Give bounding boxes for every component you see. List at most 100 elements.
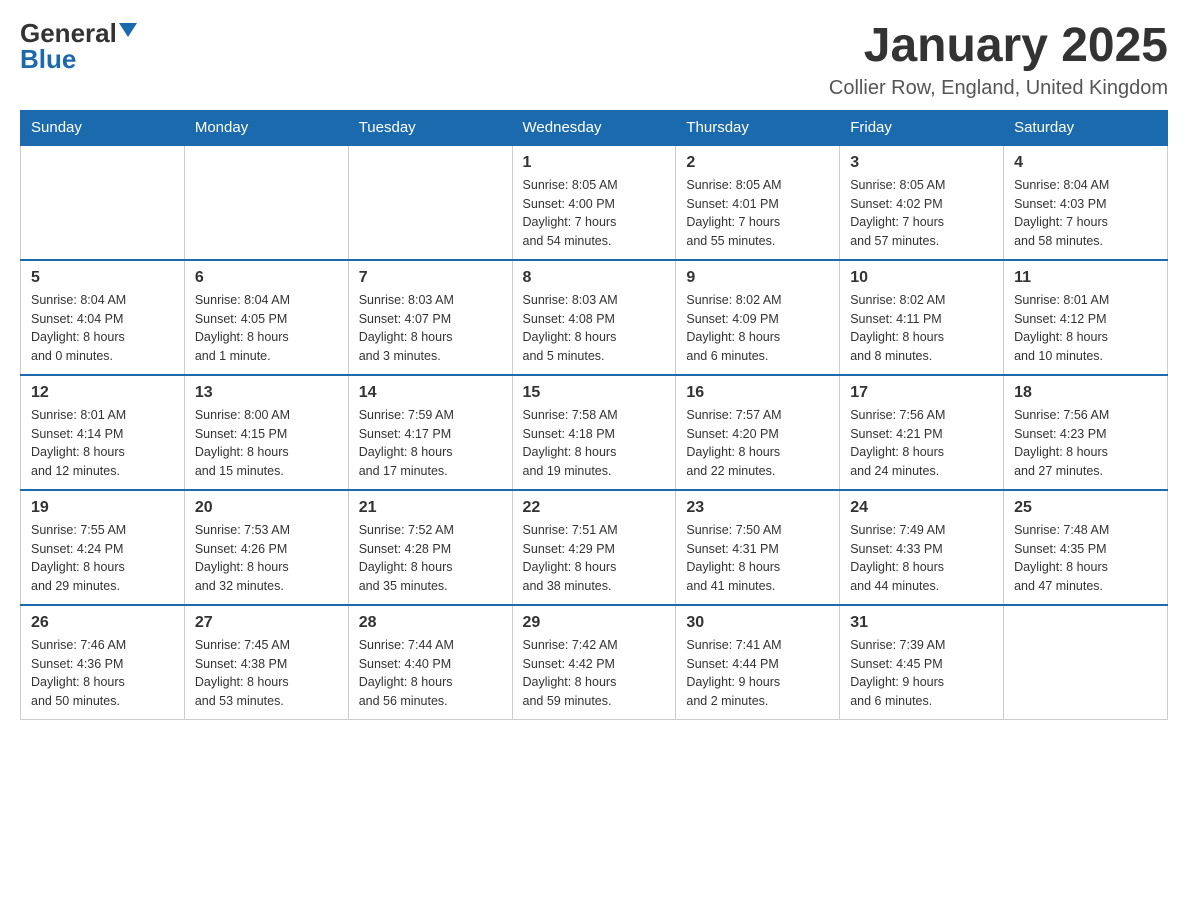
- day-info: Sunrise: 7:48 AMSunset: 4:35 PMDaylight:…: [1014, 521, 1157, 596]
- day-number: 12: [31, 384, 174, 402]
- day-info: Sunrise: 8:04 AMSunset: 4:03 PMDaylight:…: [1014, 176, 1157, 251]
- day-number: 28: [359, 614, 502, 632]
- day-number: 17: [850, 384, 993, 402]
- calendar-header-thursday: Thursday: [676, 110, 840, 145]
- day-info: Sunrise: 8:01 AMSunset: 4:12 PMDaylight:…: [1014, 291, 1157, 366]
- day-number: 18: [1014, 384, 1157, 402]
- calendar-cell: 3 Sunrise: 8:05 AMSunset: 4:02 PMDaylight…: [840, 145, 1004, 260]
- day-number: 20: [195, 499, 338, 517]
- day-info: Sunrise: 7:57 AMSunset: 4:20 PMDaylight:…: [686, 406, 829, 481]
- day-number: 8: [523, 269, 666, 287]
- calendar-header-saturday: Saturday: [1004, 110, 1168, 145]
- day-number: 11: [1014, 269, 1157, 287]
- day-info: Sunrise: 8:02 AMSunset: 4:11 PMDaylight:…: [850, 291, 993, 366]
- calendar-table: SundayMondayTuesdayWednesdayThursdayFrid…: [20, 110, 1168, 720]
- week-row-1: 5 Sunrise: 8:04 AMSunset: 4:04 PMDaylight…: [21, 260, 1168, 375]
- day-info: Sunrise: 8:05 AMSunset: 4:02 PMDaylight:…: [850, 176, 993, 251]
- day-number: 27: [195, 614, 338, 632]
- day-number: 19: [31, 499, 174, 517]
- calendar-header-sunday: Sunday: [21, 110, 185, 145]
- calendar-cell: 14 Sunrise: 7:59 AMSunset: 4:17 PMDayligh…: [348, 375, 512, 490]
- calendar-cell: 29 Sunrise: 7:42 AMSunset: 4:42 PMDayligh…: [512, 605, 676, 720]
- day-number: 24: [850, 499, 993, 517]
- day-number: 7: [359, 269, 502, 287]
- day-number: 26: [31, 614, 174, 632]
- calendar-cell: 10 Sunrise: 8:02 AMSunset: 4:11 PMDayligh…: [840, 260, 1004, 375]
- calendar-cell: [184, 145, 348, 260]
- calendar-header-row: SundayMondayTuesdayWednesdayThursdayFrid…: [21, 110, 1168, 145]
- calendar-cell: 2Sunrise: 8:05 AMSunset: 4:01 PMDaylight…: [676, 145, 840, 260]
- day-info: Sunrise: 8:05 AMSunset: 4:00 PMDaylight:…: [523, 176, 666, 251]
- day-info: Sunrise: 8:04 AMSunset: 4:04 PMDaylight:…: [31, 291, 174, 366]
- location-title: Collier Row, England, United Kingdom: [829, 77, 1168, 100]
- calendar-cell: 9Sunrise: 8:02 AMSunset: 4:09 PMDaylight…: [676, 260, 840, 375]
- day-number: 10: [850, 269, 993, 287]
- day-info: Sunrise: 7:53 AMSunset: 4:26 PMDaylight:…: [195, 521, 338, 596]
- day-number: 15: [523, 384, 666, 402]
- calendar-cell: 21 Sunrise: 7:52 AMSunset: 4:28 PMDayligh…: [348, 490, 512, 605]
- calendar-cell: 1 Sunrise: 8:05 AMSunset: 4:00 PMDaylight…: [512, 145, 676, 260]
- calendar-cell: 6Sunrise: 8:04 AMSunset: 4:05 PMDaylight…: [184, 260, 348, 375]
- calendar-cell: 19 Sunrise: 7:55 AMSunset: 4:24 PMDayligh…: [21, 490, 185, 605]
- week-row-0: 1 Sunrise: 8:05 AMSunset: 4:00 PMDaylight…: [21, 145, 1168, 260]
- calendar-cell: 31Sunrise: 7:39 AMSunset: 4:45 PMDayligh…: [840, 605, 1004, 720]
- day-info: Sunrise: 7:56 AMSunset: 4:21 PMDaylight:…: [850, 406, 993, 481]
- day-info: Sunrise: 8:05 AMSunset: 4:01 PMDaylight:…: [686, 176, 829, 251]
- calendar-cell: 25 Sunrise: 7:48 AMSunset: 4:35 PMDayligh…: [1004, 490, 1168, 605]
- day-info: Sunrise: 7:56 AMSunset: 4:23 PMDaylight:…: [1014, 406, 1157, 481]
- day-number: 1: [523, 154, 666, 172]
- calendar-cell: [1004, 605, 1168, 720]
- day-number: 16: [686, 384, 829, 402]
- day-number: 13: [195, 384, 338, 402]
- calendar-cell: 15 Sunrise: 7:58 AMSunset: 4:18 PMDayligh…: [512, 375, 676, 490]
- calendar-cell: 24 Sunrise: 7:49 AMSunset: 4:33 PMDayligh…: [840, 490, 1004, 605]
- calendar-cell: 16 Sunrise: 7:57 AMSunset: 4:20 PMDayligh…: [676, 375, 840, 490]
- calendar-cell: 26 Sunrise: 7:46 AMSunset: 4:36 PMDayligh…: [21, 605, 185, 720]
- day-number: 9: [686, 269, 829, 287]
- day-info: Sunrise: 7:55 AMSunset: 4:24 PMDaylight:…: [31, 521, 174, 596]
- calendar-cell: 17 Sunrise: 7:56 AMSunset: 4:21 PMDayligh…: [840, 375, 1004, 490]
- calendar-cell: 5 Sunrise: 8:04 AMSunset: 4:04 PMDaylight…: [21, 260, 185, 375]
- day-number: 3: [850, 154, 993, 172]
- day-number: 30: [686, 614, 829, 632]
- day-number: 25: [1014, 499, 1157, 517]
- day-info: Sunrise: 7:59 AMSunset: 4:17 PMDaylight:…: [359, 406, 502, 481]
- logo-blue-text: Blue: [20, 46, 76, 72]
- day-info: Sunrise: 7:41 AMSunset: 4:44 PMDaylight:…: [686, 636, 829, 711]
- day-number: 14: [359, 384, 502, 402]
- day-info: Sunrise: 7:39 AMSunset: 4:45 PMDaylight:…: [850, 636, 993, 711]
- day-number: 21: [359, 499, 502, 517]
- calendar-cell: 12 Sunrise: 8:01 AMSunset: 4:14 PMDayligh…: [21, 375, 185, 490]
- day-info: Sunrise: 7:51 AMSunset: 4:29 PMDaylight:…: [523, 521, 666, 596]
- week-row-4: 26 Sunrise: 7:46 AMSunset: 4:36 PMDayligh…: [21, 605, 1168, 720]
- day-info: Sunrise: 7:58 AMSunset: 4:18 PMDaylight:…: [523, 406, 666, 481]
- calendar-cell: 13 Sunrise: 8:00 AMSunset: 4:15 PMDayligh…: [184, 375, 348, 490]
- day-number: 23: [686, 499, 829, 517]
- day-info: Sunrise: 7:49 AMSunset: 4:33 PMDaylight:…: [850, 521, 993, 596]
- day-info: Sunrise: 7:52 AMSunset: 4:28 PMDaylight:…: [359, 521, 502, 596]
- calendar-cell: 23 Sunrise: 7:50 AMSunset: 4:31 PMDayligh…: [676, 490, 840, 605]
- day-info: Sunrise: 8:01 AMSunset: 4:14 PMDaylight:…: [31, 406, 174, 481]
- logo-triangle-icon: [119, 23, 137, 37]
- day-number: 5: [31, 269, 174, 287]
- day-info: Sunrise: 7:45 AMSunset: 4:38 PMDaylight:…: [195, 636, 338, 711]
- calendar-cell: 20 Sunrise: 7:53 AMSunset: 4:26 PMDayligh…: [184, 490, 348, 605]
- day-info: Sunrise: 7:46 AMSunset: 4:36 PMDaylight:…: [31, 636, 174, 711]
- calendar-cell: 18 Sunrise: 7:56 AMSunset: 4:23 PMDayligh…: [1004, 375, 1168, 490]
- week-row-3: 19 Sunrise: 7:55 AMSunset: 4:24 PMDayligh…: [21, 490, 1168, 605]
- calendar-header-monday: Monday: [184, 110, 348, 145]
- day-number: 29: [523, 614, 666, 632]
- logo: General Blue: [20, 20, 137, 72]
- day-number: 22: [523, 499, 666, 517]
- day-info: Sunrise: 7:50 AMSunset: 4:31 PMDaylight:…: [686, 521, 829, 596]
- calendar-cell: [21, 145, 185, 260]
- calendar-cell: 7 Sunrise: 8:03 AMSunset: 4:07 PMDaylight…: [348, 260, 512, 375]
- day-info: Sunrise: 8:00 AMSunset: 4:15 PMDaylight:…: [195, 406, 338, 481]
- calendar-header-wednesday: Wednesday: [512, 110, 676, 145]
- calendar-cell: 4Sunrise: 8:04 AMSunset: 4:03 PMDaylight…: [1004, 145, 1168, 260]
- day-info: Sunrise: 7:42 AMSunset: 4:42 PMDaylight:…: [523, 636, 666, 711]
- calendar-header-friday: Friday: [840, 110, 1004, 145]
- page-header: General Blue January 2025 Collier Row, E…: [20, 20, 1168, 100]
- day-info: Sunrise: 8:03 AMSunset: 4:07 PMDaylight:…: [359, 291, 502, 366]
- calendar-header-tuesday: Tuesday: [348, 110, 512, 145]
